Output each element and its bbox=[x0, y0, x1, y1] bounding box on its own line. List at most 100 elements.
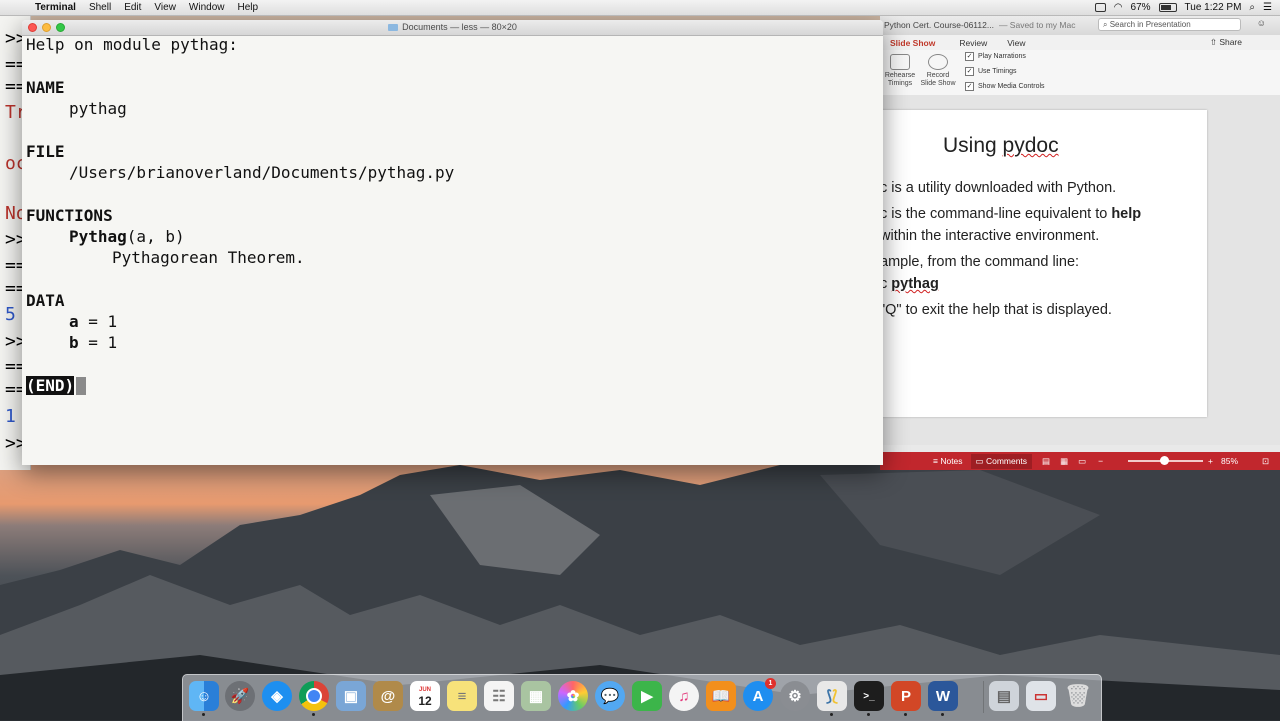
wifi-icon[interactable]: ◠ bbox=[1114, 2, 1123, 13]
zoom-out-icon[interactable]: − bbox=[1098, 456, 1103, 466]
ibooks-icon[interactable]: 📖 bbox=[706, 681, 736, 711]
calendar-day: 12 bbox=[418, 694, 432, 708]
slide-title-prefix: Using bbox=[943, 134, 1003, 157]
launchpad-icon[interactable]: 🚀 bbox=[225, 681, 255, 711]
running-indicator bbox=[941, 713, 944, 716]
terminal-icon[interactable]: >_ bbox=[854, 681, 884, 716]
ppt-search-placeholder: Search in Presentation bbox=[1109, 20, 1191, 29]
data-var-b: b = 1 bbox=[69, 334, 117, 352]
bg-term-fragment: 1 bbox=[5, 406, 16, 427]
close-button[interactable] bbox=[28, 23, 37, 32]
var-a-value: = 1 bbox=[78, 312, 118, 331]
menu-window[interactable]: Window bbox=[189, 2, 225, 13]
search-icon: ⌕ bbox=[1103, 19, 1110, 29]
clock[interactable]: Tue 1:22 PM bbox=[1185, 2, 1242, 13]
zoom-button[interactable] bbox=[56, 23, 65, 32]
documents-folder-icon[interactable]: ▤ bbox=[989, 681, 1019, 711]
running-indicator bbox=[312, 713, 315, 716]
record-slide-show-icon bbox=[928, 54, 948, 70]
airplay-icon[interactable] bbox=[1094, 3, 1106, 12]
show-media-controls-checkbox[interactable]: ✓ Show Media Controls bbox=[965, 82, 1045, 91]
zoom-level[interactable]: 85% bbox=[1221, 456, 1238, 466]
ppt-saved-status: — Saved to my Mac bbox=[998, 20, 1076, 30]
menu-edit[interactable]: Edit bbox=[124, 2, 141, 13]
use-timings-checkbox[interactable]: ✓ Use Timings bbox=[965, 67, 1017, 76]
spotlight-icon[interactable]: ⌕ bbox=[1249, 2, 1255, 13]
menu-help[interactable]: Help bbox=[238, 2, 259, 13]
photobooth-icon[interactable]: ▦ bbox=[521, 681, 551, 711]
battery-percent[interactable]: 67% bbox=[1131, 2, 1151, 13]
trash-icon[interactable]: 🗑 bbox=[1063, 681, 1093, 711]
running-indicator bbox=[867, 713, 870, 716]
running-indicator bbox=[904, 713, 907, 716]
rehearse-timings-button[interactable]: Rehearse Timings bbox=[882, 54, 918, 88]
menu-shell[interactable]: Shell bbox=[89, 2, 111, 13]
slide-bullet: c pythag bbox=[880, 276, 939, 292]
zoom-in-icon[interactable]: + bbox=[1208, 456, 1213, 466]
word-icon[interactable]: W bbox=[928, 681, 958, 716]
appstore-icon[interactable]: A1 bbox=[743, 678, 776, 711]
slide-bullet: "Q" to exit the help that is displayed. bbox=[880, 302, 1112, 318]
reminders-icon[interactable]: ☷ bbox=[484, 681, 514, 711]
checkmark-icon: ✓ bbox=[965, 82, 974, 91]
photos-icon[interactable]: ✿ bbox=[558, 681, 588, 711]
zoom-slider[interactable] bbox=[1128, 456, 1203, 465]
preview-icon[interactable]: ▣ bbox=[336, 681, 366, 711]
chrome-icon[interactable] bbox=[299, 681, 329, 716]
use-timings-label: Use Timings bbox=[978, 68, 1017, 75]
fit-to-window-icon[interactable]: ⊡ bbox=[1262, 456, 1269, 467]
notes-label: Notes bbox=[940, 456, 963, 466]
safari-icon[interactable]: ◈ bbox=[262, 681, 292, 711]
slide-sorter-icon[interactable]: ▦ bbox=[1060, 456, 1068, 467]
finder-icon[interactable]: ☺ bbox=[189, 681, 219, 716]
contacts-icon[interactable]: @ bbox=[373, 681, 403, 711]
smiley-feedback-icon[interactable]: ☺ bbox=[1257, 18, 1266, 28]
text-cursor bbox=[76, 377, 87, 395]
share-button[interactable]: ⇧ Share bbox=[1210, 37, 1242, 48]
comments-button[interactable]: ▭ Comments bbox=[970, 453, 1033, 469]
tab-view[interactable]: View bbox=[1007, 38, 1025, 48]
tab-review[interactable]: Review bbox=[959, 38, 987, 48]
terminal-window[interactable]: Documents — less — 80×20 Help on module … bbox=[22, 20, 883, 465]
itunes-icon[interactable]: ♫ bbox=[669, 681, 699, 711]
play-narrations-label: Play Narrations bbox=[978, 53, 1026, 60]
bg-term-fragment: 5 bbox=[5, 304, 16, 325]
end-prompt[interactable]: (END) bbox=[26, 376, 87, 395]
downloads-icon[interactable]: ▭ bbox=[1026, 681, 1056, 711]
system-preferences-icon[interactable]: ⚙ bbox=[780, 681, 810, 711]
comments-icon: ▭ bbox=[975, 455, 986, 466]
slide[interactable]: Using pydoc c is a utility downloaded wi… bbox=[880, 110, 1207, 417]
calendar-icon[interactable]: JUN 12 bbox=[410, 681, 440, 711]
battery-icon[interactable] bbox=[1158, 3, 1177, 12]
tab-slide-show[interactable]: Slide Show bbox=[890, 38, 935, 48]
function-docstring: Pythagorean Theorem. bbox=[112, 248, 305, 267]
slide-title: Using pydoc bbox=[943, 134, 1059, 158]
zoom-slider-knob[interactable] bbox=[1160, 456, 1169, 465]
facetime-icon[interactable]: ▶ bbox=[632, 681, 662, 711]
terminal-titlebar[interactable]: Documents — less — 80×20 bbox=[22, 20, 883, 36]
menu-app-terminal[interactable]: Terminal bbox=[35, 2, 76, 13]
play-narrations-checkbox[interactable]: ✓ Play Narrations bbox=[965, 52, 1026, 61]
record-slide-show-button[interactable]: Record Slide Show bbox=[920, 54, 956, 88]
normal-view-icon[interactable]: ▤ bbox=[1042, 456, 1050, 467]
status-area: ◠ 67% Tue 1:22 PM ⌕ ☰ bbox=[1094, 0, 1272, 15]
ppt-slide-canvas: Using pydoc c is a utility downloaded wi… bbox=[880, 95, 1280, 445]
function-args: (a, b) bbox=[126, 227, 185, 246]
notes-icon[interactable]: ≡ bbox=[447, 681, 477, 711]
menu-view[interactable]: View bbox=[154, 2, 176, 13]
minimize-button[interactable] bbox=[42, 23, 51, 32]
ppt-titlebar: Python Cert. Course-06112... — Saved to … bbox=[880, 15, 1280, 35]
notification-center-icon[interactable]: ☰ bbox=[1263, 2, 1272, 13]
powerpoint-icon[interactable]: P bbox=[891, 681, 921, 716]
section-functions-heading: FUNCTIONS bbox=[26, 206, 113, 225]
dock-separator bbox=[983, 681, 984, 713]
var-a-name: a bbox=[69, 312, 79, 331]
python-icon[interactable]: ⟆ ⟅ bbox=[817, 681, 847, 716]
powerpoint-window[interactable]: Python Cert. Course-06112... — Saved to … bbox=[880, 15, 1280, 470]
messages-icon[interactable]: 💬 bbox=[595, 681, 625, 711]
folder-icon bbox=[388, 24, 399, 31]
reading-view-icon[interactable]: ▭ bbox=[1078, 456, 1086, 467]
slide-title-word: pydoc bbox=[1002, 134, 1059, 157]
ppt-search-field[interactable]: ⌕ Search in Presentation bbox=[1098, 18, 1241, 31]
notes-button[interactable]: ≡ Notes bbox=[933, 456, 963, 466]
